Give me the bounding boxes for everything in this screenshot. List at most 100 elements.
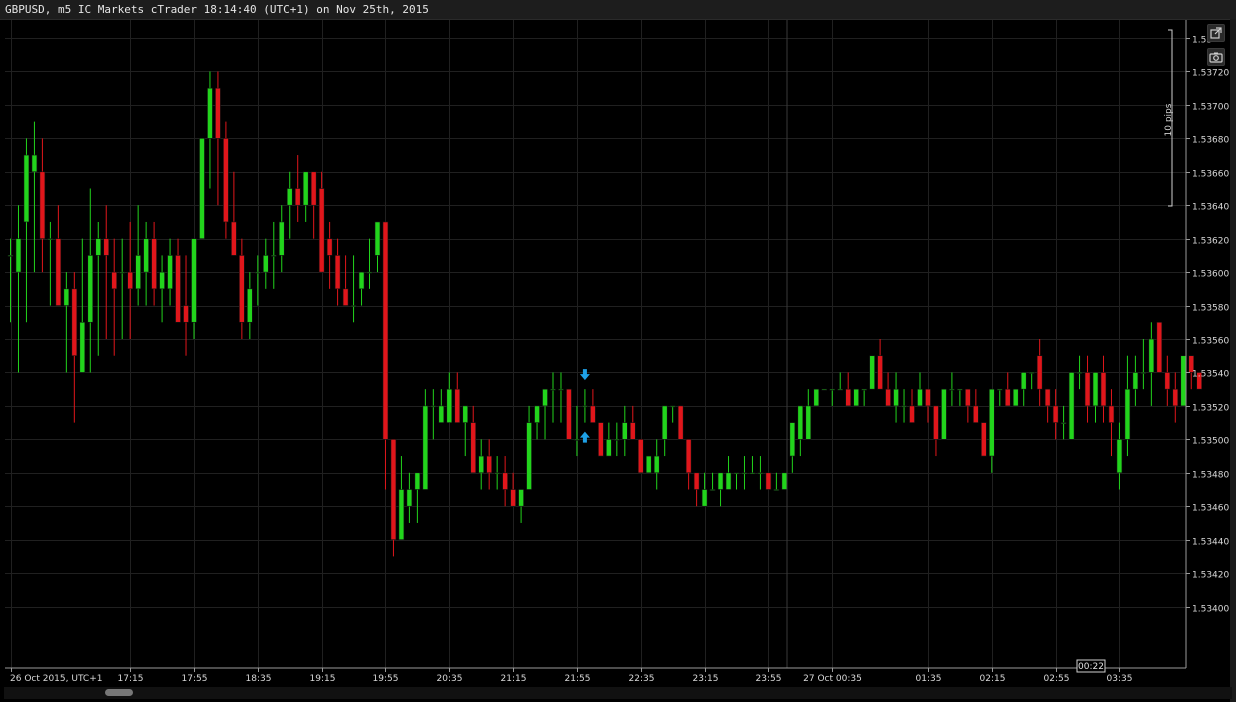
candle-body <box>789 422 796 457</box>
candle-body <box>981 422 987 457</box>
candle-body <box>725 472 732 490</box>
candle-body <box>861 388 867 391</box>
countdown-label: 00:22 <box>1078 662 1104 672</box>
pip-ruler-label: 10 pips <box>1164 103 1174 136</box>
time-tick-label: 20:35 <box>437 674 463 684</box>
candle-body <box>1156 321 1163 373</box>
candle-body <box>869 355 875 390</box>
candle <box>813 388 820 407</box>
candle-body <box>1084 372 1091 407</box>
candle-body <box>111 271 118 290</box>
candle <box>598 422 604 457</box>
candle-body <box>1028 372 1035 374</box>
candle-body <box>470 422 477 474</box>
candle-body <box>933 405 939 440</box>
time-tick-label: 03:35 <box>1107 674 1133 684</box>
candle-body <box>326 238 333 256</box>
candle-body <box>566 388 572 440</box>
price-tick-label: 1.53420 <box>1192 571 1229 581</box>
candle <box>566 388 572 440</box>
price-tick-label: 1.53640 <box>1192 203 1229 213</box>
price-tick-label: 1.53700 <box>1192 103 1229 113</box>
candle-body <box>255 271 261 274</box>
candle-body <box>39 171 46 239</box>
candle-body <box>949 388 955 391</box>
candle-body <box>438 405 445 423</box>
candle-body <box>318 188 325 273</box>
candle-body <box>653 455 660 474</box>
candle-body <box>1140 372 1147 374</box>
candle-body <box>1180 355 1187 407</box>
candle-body <box>606 439 612 457</box>
candle-body <box>558 388 564 391</box>
time-tick-label: 21:55 <box>565 674 591 684</box>
candle-body <box>7 255 14 257</box>
time-tick-label: 23:55 <box>756 674 782 684</box>
candle-body <box>829 388 836 391</box>
candle-body <box>590 405 596 423</box>
candle-body <box>15 238 22 273</box>
candle-body <box>1100 372 1107 407</box>
candle <box>765 472 772 490</box>
candle-body <box>390 439 397 540</box>
candle-body <box>685 439 692 474</box>
time-tick-label: 02:55 <box>1044 674 1070 684</box>
candle-body <box>733 472 740 475</box>
candle-body <box>797 405 804 440</box>
window-titlebar: GBPUSD, m5 IC Markets cTrader 18:14:40 (… <box>0 0 1236 20</box>
candle-body <box>957 388 963 391</box>
candle-body <box>534 405 540 423</box>
candle-body <box>1052 405 1059 423</box>
price-tick-label: 1.53520 <box>1192 404 1229 414</box>
candle-body <box>645 455 652 474</box>
candle-body <box>1068 372 1075 440</box>
candle-body <box>1044 388 1051 407</box>
price-tick-label: 1.53500 <box>1192 437 1229 447</box>
candle-body <box>550 388 556 391</box>
screenshot-button[interactable] <box>1207 48 1225 66</box>
candle-body <box>845 388 851 407</box>
horizontal-scrollbar[interactable] <box>4 687 1232 699</box>
price-tick-label: 1.53400 <box>1192 605 1229 615</box>
scrollbar-thumb[interactable] <box>105 689 133 696</box>
candle-body <box>637 439 644 474</box>
candle-body <box>901 405 907 408</box>
time-tick-label: 01:35 <box>916 674 942 684</box>
price-chart[interactable]: 1.531.537201.537001.536801.536601.536401… <box>0 0 1236 702</box>
price-tick-label: 1.53480 <box>1192 471 1229 481</box>
candle-body <box>223 138 229 223</box>
candle-body <box>127 271 133 290</box>
candle <box>869 355 875 390</box>
candle-body <box>757 472 764 475</box>
candle-body <box>781 472 788 490</box>
candle-body <box>358 271 365 290</box>
candle-body <box>239 255 245 323</box>
candle-body <box>1092 372 1099 407</box>
candle-body <box>598 422 604 457</box>
candle-body <box>294 188 301 206</box>
candle-body <box>87 255 94 323</box>
candle-body <box>893 388 899 407</box>
candle <box>821 388 828 391</box>
popout-button[interactable] <box>1207 24 1225 42</box>
candle-body <box>430 405 437 408</box>
candle-body <box>741 472 748 475</box>
candle-body <box>925 388 931 407</box>
candle-body <box>677 405 684 440</box>
candle-body <box>398 489 405 540</box>
candle-body <box>79 321 86 373</box>
candle-body <box>302 171 309 206</box>
candle-body <box>582 405 588 408</box>
candle-body <box>374 221 381 256</box>
camera-icon <box>1209 52 1223 63</box>
candle <box>853 388 859 407</box>
price-tick-label: 1.53600 <box>1192 270 1229 280</box>
candle <box>781 472 788 490</box>
candle-body <box>629 422 636 440</box>
popout-icon <box>1210 27 1222 39</box>
candle-body <box>1124 388 1131 440</box>
candle-body <box>1012 388 1019 407</box>
window-frame-right <box>1230 19 1236 702</box>
candle-body <box>510 489 516 507</box>
candle-body <box>837 388 844 391</box>
